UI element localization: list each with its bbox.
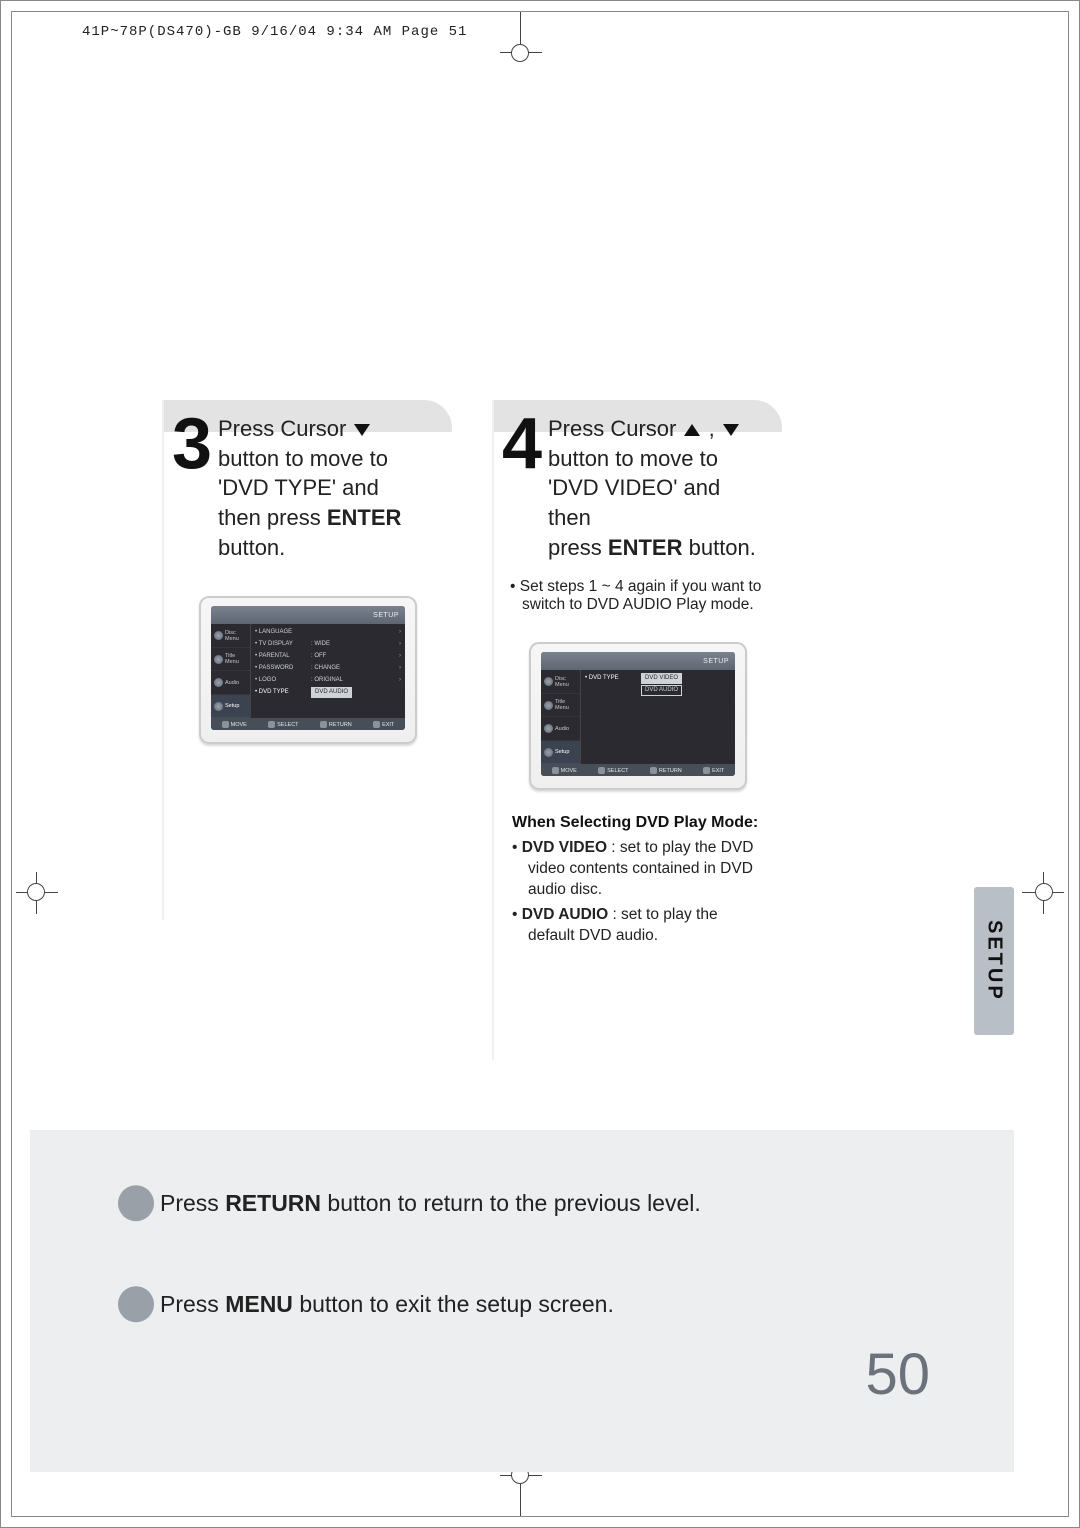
tv-title: SETUP (703, 658, 729, 665)
text: press (548, 535, 608, 560)
step-4-note: Set steps 1 ~ 4 again if you want to swi… (494, 572, 782, 618)
menu-icon (214, 631, 223, 640)
text: button. (218, 535, 285, 560)
term: DVD VIDEO (522, 839, 607, 856)
return-hint: Press RETURN button to return to the pre… (160, 1190, 974, 1217)
cropmark-target (1035, 883, 1053, 901)
step-number: 4 (496, 408, 548, 480)
tv-title: SETUP (373, 612, 399, 619)
tv3-main: • LANGUAGE›• TV DISPLAY: WIDE›• PARENTAL… (251, 624, 405, 718)
text: button to return to the previous level. (327, 1190, 700, 1216)
foot-item: EXIT (373, 721, 394, 728)
tv-row: • PARENTAL: OFF› (255, 650, 401, 662)
tv4-main: • DVD TYPEDVD VIDEO DVD AUDIO (581, 670, 735, 764)
side-item: Setup (225, 703, 239, 709)
tv-brand (547, 658, 549, 665)
menu-hint: Press MENU button to exit the setup scre… (160, 1291, 974, 1318)
text: button to move to (218, 446, 388, 471)
menu-icon (544, 701, 553, 710)
text: Press Cursor (218, 416, 352, 441)
menu-icon (544, 724, 553, 733)
tv-row: • LANGUAGE› (255, 626, 401, 638)
dvd-video-def: • DVD VIDEO : set to play the DVD video … (494, 836, 782, 903)
side-item: Setup (555, 749, 569, 755)
text: Press (160, 1190, 225, 1216)
step-4-head: 4 Press Cursor , button to move to 'DVD … (494, 400, 782, 572)
foot-item: MOVE (552, 767, 577, 774)
triangle-up-icon (684, 424, 700, 436)
play-mode-heading: When Selecting DVD Play Mode: (494, 800, 782, 836)
text: Press Cursor (548, 416, 682, 441)
text: Press (160, 1291, 225, 1317)
tv-row: • LOGO: ORIGINAL› (255, 674, 401, 686)
text: then press (218, 505, 327, 530)
setup-side-tab: SETUP (974, 887, 1014, 1035)
cropmark-target (27, 883, 45, 901)
setup-label: SETUP (983, 920, 1006, 1002)
triangle-down-icon (723, 424, 739, 436)
foot-item: RETURN (320, 721, 352, 728)
text: button to exit the setup screen. (299, 1291, 614, 1317)
running-head: 41P~78P(DS470)-GB 9/16/04 9:34 AM Page 5… (82, 24, 467, 40)
menu-icon (214, 702, 223, 711)
foot-item: SELECT (268, 721, 298, 728)
tv-screenshot-step4: SETUP Disc Menu Title Menu Audio Setup •… (529, 642, 747, 790)
menu-icon (214, 678, 223, 687)
bullet-circle-icon (118, 1185, 154, 1221)
cropmark-target (511, 44, 529, 62)
step-4-card: 4 Press Cursor , button to move to 'DVD … (492, 400, 782, 1060)
term: DVD AUDIO (522, 906, 608, 923)
side-item: Audio (555, 726, 569, 732)
tv-screenshot-step3: SETUP Disc Menu Title Menu Audio Setup •… (199, 596, 417, 744)
side-item: Audio (225, 680, 239, 686)
enter-label: ENTER (608, 535, 683, 560)
tv-row: • DVD TYPEDVD VIDEO (585, 672, 731, 684)
text: button to move to (548, 446, 718, 471)
bullet-circle-icon (118, 1286, 154, 1322)
side-item: Title Menu (555, 699, 580, 711)
step-3-card: 3 Press Cursor button to move to 'DVD TY… (162, 400, 452, 920)
tv-row: • PASSWORD: CHANGE› (255, 662, 401, 674)
text: 'DVD TYPE' and (218, 475, 379, 500)
tv-row: DVD AUDIO (585, 684, 731, 696)
page-number: 50 (865, 1341, 930, 1408)
step-3-head: 3 Press Cursor button to move to 'DVD TY… (164, 400, 452, 572)
step-number: 3 (166, 408, 218, 480)
menu-label: MENU (225, 1291, 293, 1317)
text: 'DVD VIDEO' and then (548, 475, 720, 530)
side-item: Title Menu (225, 653, 250, 665)
foot-item: SELECT (598, 767, 628, 774)
page-inner: 41P~78P(DS470)-GB 9/16/04 9:34 AM Page 5… (11, 11, 1069, 1517)
page-outer: 41P~78P(DS470)-GB 9/16/04 9:34 AM Page 5… (0, 0, 1080, 1528)
step-3-text: Press Cursor button to move to 'DVD TYPE… (218, 414, 432, 562)
tv-row: • TV DISPLAY: WIDE› (255, 638, 401, 650)
foot-item: MOVE (222, 721, 247, 728)
text: button. (689, 535, 756, 560)
menu-icon (544, 748, 553, 757)
return-label: RETURN (225, 1190, 321, 1216)
triangle-down-icon (354, 424, 370, 436)
foot-item: EXIT (703, 767, 724, 774)
menu-icon (214, 655, 223, 664)
bottom-panel: Press RETURN button to return to the pre… (30, 1130, 1014, 1472)
side-item: Disc Menu (555, 676, 580, 688)
menu-icon (544, 677, 553, 686)
dvd-audio-def: • DVD AUDIO : set to play the default DV… (494, 903, 782, 949)
enter-label: ENTER (327, 505, 402, 530)
side-item: Disc Menu (225, 630, 250, 642)
tv-brand (217, 612, 219, 619)
foot-item: RETURN (650, 767, 682, 774)
step-4-text: Press Cursor , button to move to 'DVD VI… (548, 414, 762, 562)
tv-row: • DVD TYPEDVD AUDIO (255, 686, 401, 698)
